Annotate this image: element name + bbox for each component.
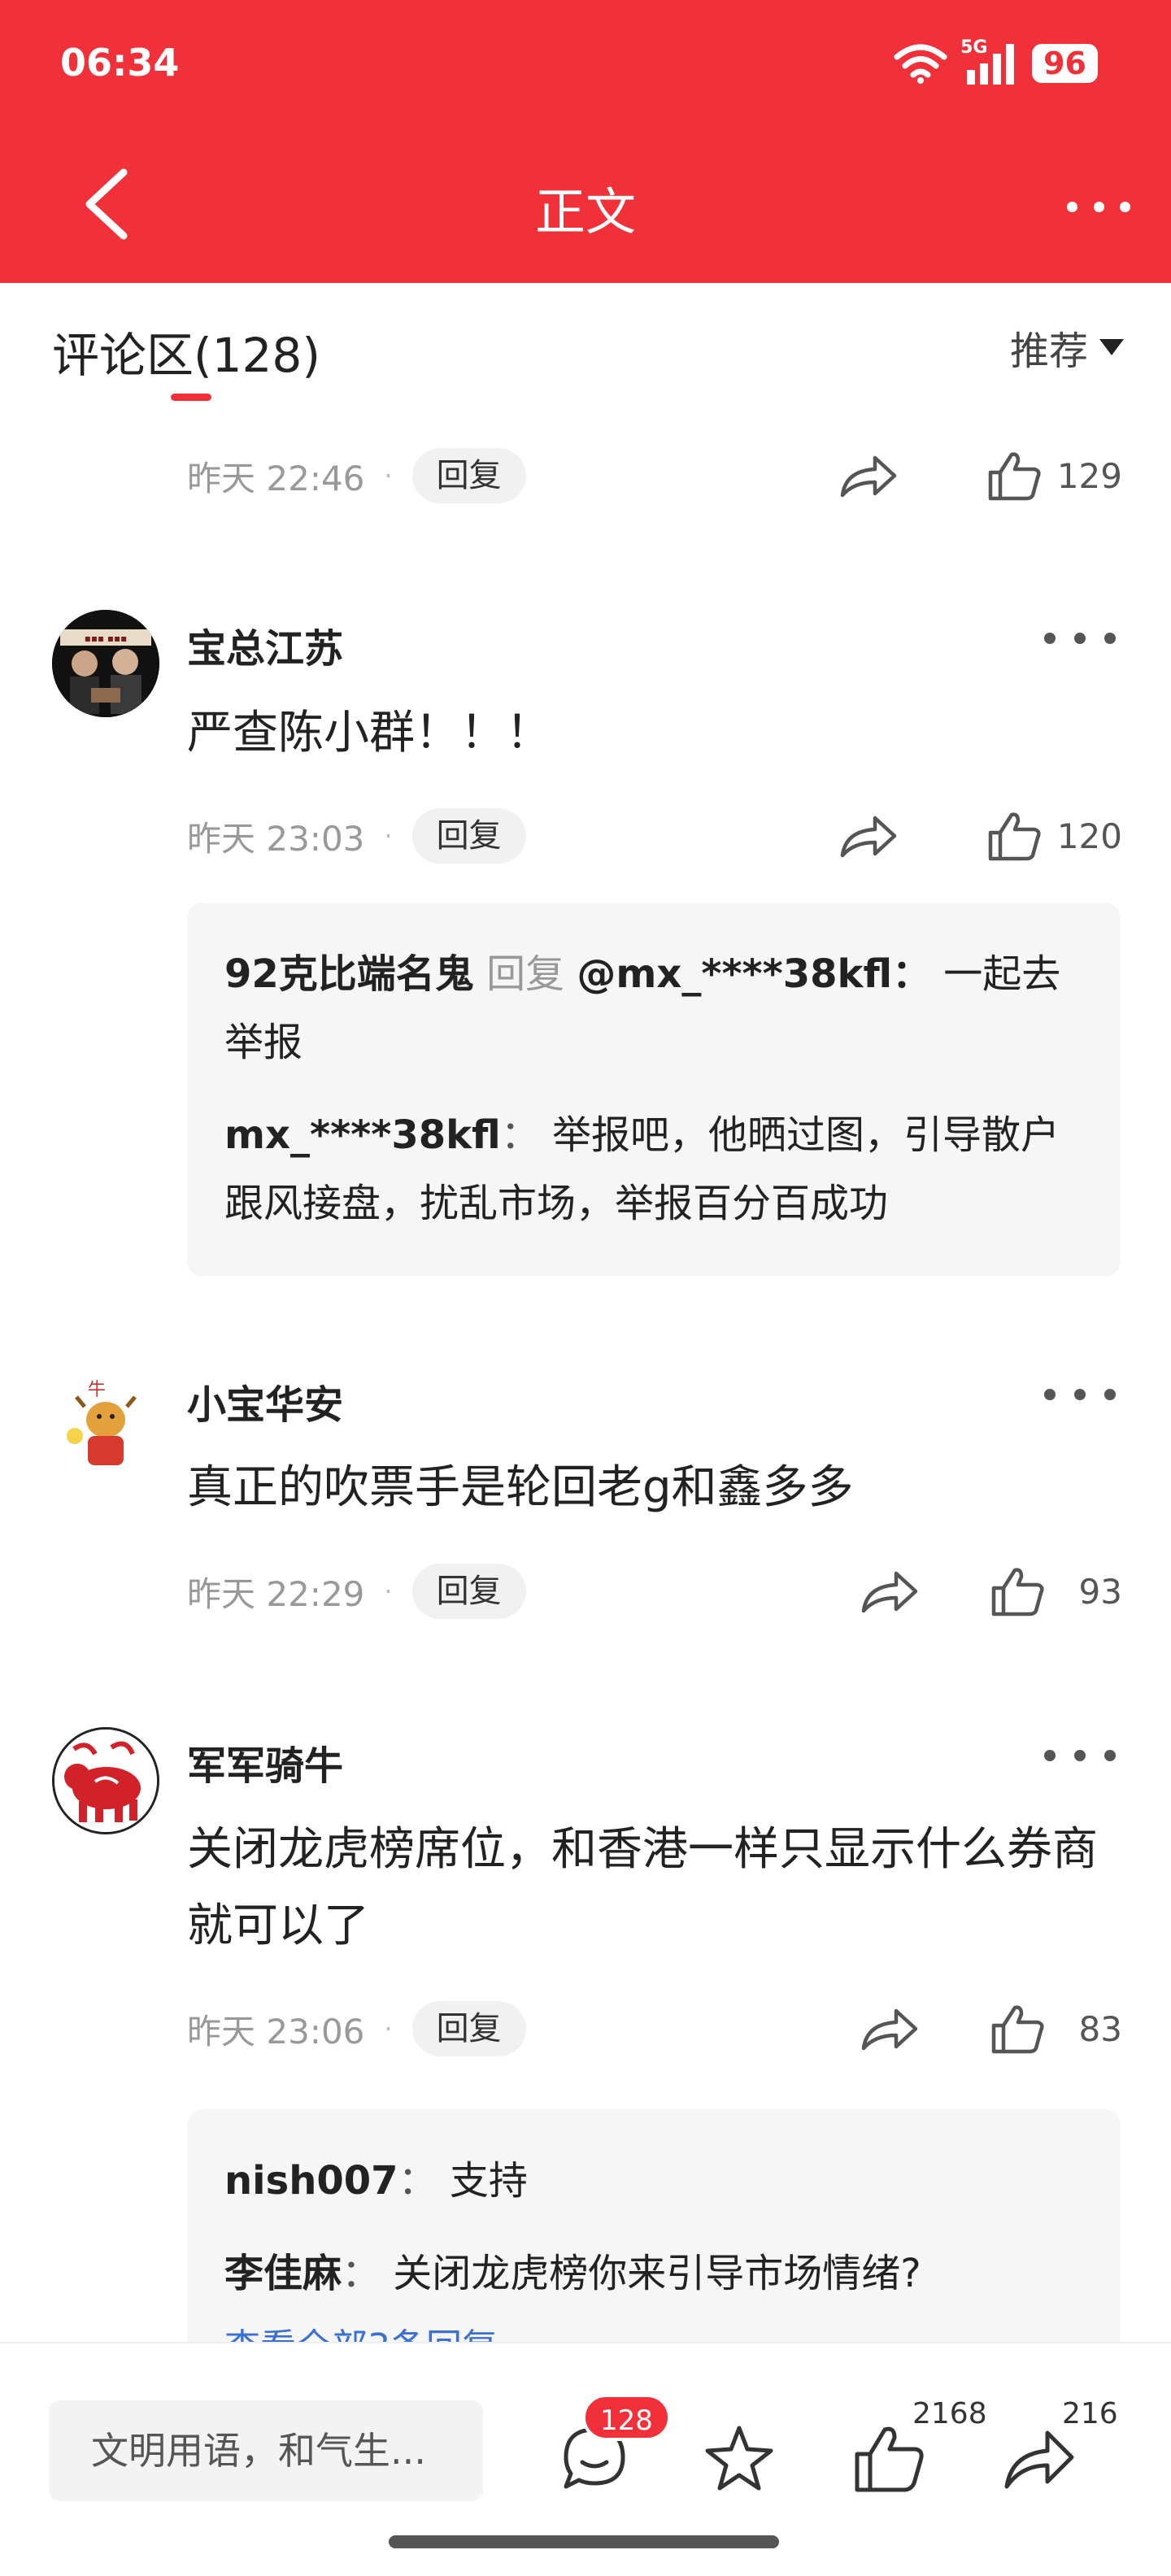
reply-item[interactable]: mx_****38kfl： 举报吧，他晒过图，引导散户跟风接盘，扰乱市场，举报百…: [224, 1101, 1083, 1238]
reply-button[interactable]: 回复: [411, 1564, 526, 1619]
like-control[interactable]: 83: [990, 2000, 1122, 2057]
comment-username[interactable]: 小宝华安: [187, 1373, 343, 1429]
separator-dot: ·: [384, 1576, 393, 1607]
reply-item[interactable]: 李佳麻： 关闭龙虎榜你来引导市场情绪?: [224, 2239, 1083, 2308]
share-icon[interactable]: [838, 451, 899, 500]
like-count: 93: [1078, 1571, 1122, 1612]
comment-username[interactable]: 军军骑牛: [187, 1734, 343, 1791]
thumbs-up-icon[interactable]: [852, 2422, 925, 2495]
reply-separator: ：: [342, 2251, 381, 2296]
comment-username[interactable]: 宝总江苏: [187, 616, 343, 673]
comment-text: 关闭龙虎榜席位，和香港一样只显示什么券商就可以了: [187, 1823, 1098, 1952]
comments-section-title: 评论区(128): [52, 328, 320, 383]
status-icons: 5G 96: [894, 37, 1098, 88]
star-icon[interactable]: [703, 2422, 776, 2495]
separator-dot: ·: [384, 460, 393, 491]
article-like-count: 2168: [912, 2397, 987, 2430]
like-control[interactable]: 93: [990, 1563, 1122, 1620]
like-count: 120: [1056, 816, 1122, 856]
share-icon[interactable]: [838, 812, 899, 860]
reply-author[interactable]: 92克比端名鬼: [224, 951, 474, 997]
comment-meta: 昨天 22:29 · 回复 93: [187, 1563, 1122, 1620]
avatar[interactable]: ▪▪▪ ▪▪▪: [52, 610, 159, 717]
comment-more-icon[interactable]: [1044, 626, 1116, 651]
reply-separator: ：: [500, 1112, 540, 1158]
status-time: 06:34: [60, 41, 180, 85]
sort-label: 推荐: [1009, 329, 1088, 374]
reply-button[interactable]: 回复: [411, 448, 526, 503]
comment-text: 真正的吹票手是轮回老g和鑫多多: [187, 1461, 854, 1514]
reply-button[interactable]: 回复: [411, 2001, 526, 2056]
thumbs-up-icon[interactable]: [990, 1565, 1046, 1617]
battery-indicator: 96: [1032, 44, 1098, 83]
comment-time: 昨天 23:03: [187, 818, 365, 859]
share-icon[interactable]: [859, 2004, 921, 2053]
thumbs-up-icon[interactable]: [987, 450, 1043, 502]
svg-text:牛: 牛: [88, 1380, 106, 1400]
reply-item[interactable]: 92克比端名鬼 回复 @mx_****38kfl： 一起去举报: [224, 940, 1083, 1077]
thumbs-up-icon[interactable]: [990, 2003, 1046, 2055]
cell-signal-icon: 5G: [960, 37, 1019, 86]
comment-meta: 昨天 23:06 · 回复 83: [187, 2000, 1122, 2057]
comment-count-badge: 128: [582, 2394, 671, 2441]
like-control[interactable]: 120: [987, 807, 1122, 864]
article-share-count: 216: [1062, 2397, 1118, 2430]
reply-thread: 92克比端名鬼 回复 @mx_****38kfl： 一起去举报 mx_****3…: [187, 903, 1121, 1277]
reply-item[interactable]: nish007： 支持: [224, 2147, 1083, 2215]
share-icon[interactable]: [1002, 2422, 1075, 2495]
section-active-indicator: [171, 394, 211, 401]
separator-dot: ·: [384, 820, 393, 851]
wifi-icon: [894, 44, 947, 84]
reply-author[interactable]: 李佳麻: [224, 2251, 342, 2296]
comment-meta: 昨天 23:03 · 回复 120: [187, 807, 1122, 864]
like-count: 83: [1078, 2008, 1122, 2049]
reply-target[interactable]: @mx_****38kfl：: [577, 951, 931, 997]
reply-separator: ：: [398, 2158, 437, 2204]
home-indicator[interactable]: [389, 2535, 779, 2548]
dropdown-triangle-icon: [1099, 339, 1124, 355]
reply-button[interactable]: 回复: [411, 808, 526, 864]
more-options-icon[interactable]: [1062, 185, 1135, 228]
share-icon[interactable]: [859, 1567, 921, 1616]
reply-verb: 回复: [486, 951, 565, 997]
avatar[interactable]: 牛: [52, 1366, 159, 1473]
comment-input[interactable]: 文明用语，和气生...: [49, 2400, 483, 2501]
sort-dropdown[interactable]: 推荐: [1010, 319, 1124, 376]
avatar[interactable]: [52, 1727, 159, 1834]
comment-time: 昨天 22:29: [187, 1573, 365, 1614]
comment-more-icon[interactable]: [1044, 1743, 1116, 1768]
thumbs-up-icon[interactable]: [987, 810, 1043, 862]
reply-text: 关闭龙虎榜你来引导市场情绪?: [381, 2251, 921, 2296]
comment-text: 严查陈小群！！！: [187, 707, 551, 759]
app-header: 06:34 5G 96 正文: [0, 0, 1171, 283]
comment-time: 昨天 23:06: [187, 2011, 365, 2052]
comment-more-icon[interactable]: [1044, 1382, 1116, 1407]
svg-text:▪▪▪ ▪▪▪: ▪▪▪ ▪▪▪: [85, 633, 128, 644]
page-title: 正文: [534, 182, 636, 242]
comment-time: 昨天 22:46: [187, 458, 365, 498]
like-control[interactable]: 129: [987, 447, 1122, 504]
reply-text: 支持: [437, 2158, 528, 2204]
reply-author[interactable]: mx_****38kfl: [224, 1112, 501, 1158]
reply-thread: nish007： 支持 李佳麻： 关闭龙虎榜你来引导市场情绪? 查看全部3条回复: [187, 2109, 1121, 2353]
separator-dot: ·: [384, 2013, 393, 2044]
like-count: 129: [1056, 455, 1122, 496]
comment-meta: 昨天 22:46 · 回复 129: [187, 447, 1122, 504]
reply-author[interactable]: nish007: [224, 2158, 398, 2204]
